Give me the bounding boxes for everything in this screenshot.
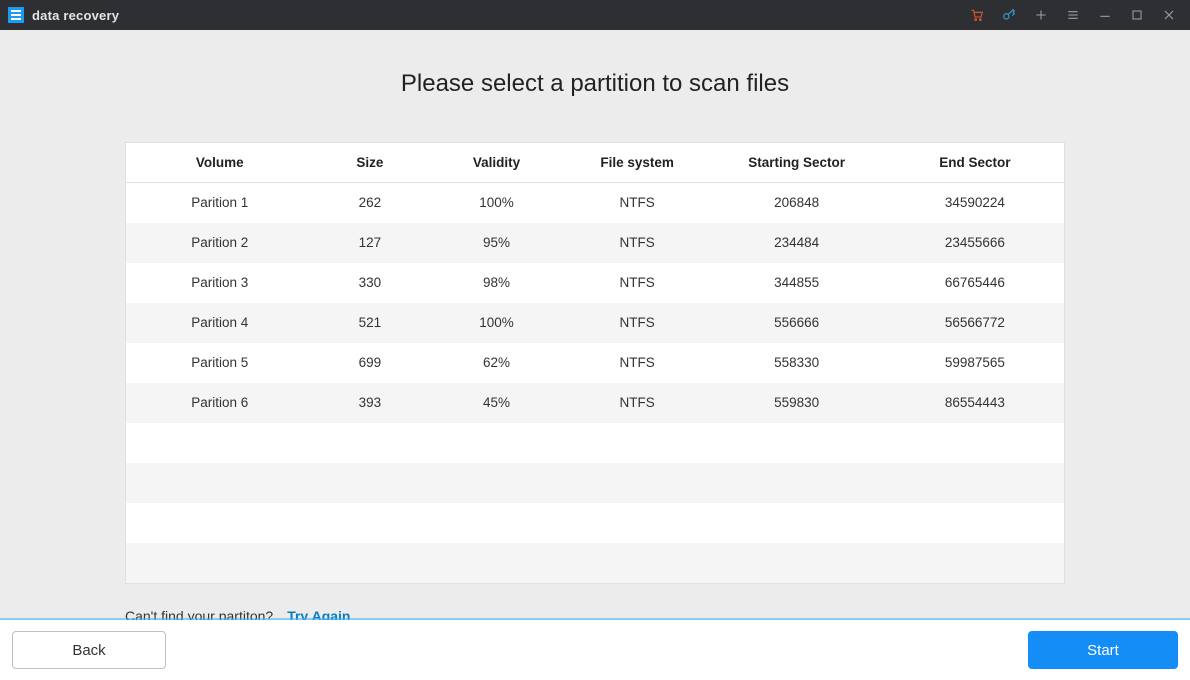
cell-fs: NTFS <box>567 183 708 223</box>
cell-start: 206848 <box>708 183 886 223</box>
cell-size: 699 <box>314 343 427 383</box>
cell-end: 23455666 <box>886 223 1064 263</box>
page-title: Please select a partition to scan files <box>64 70 1126 98</box>
app-logo-icon <box>8 7 24 23</box>
start-button[interactable]: Start <box>1028 631 1178 669</box>
cell-validity: 62% <box>426 343 567 383</box>
cell-fs: NTFS <box>567 263 708 303</box>
close-icon[interactable] <box>1160 6 1178 24</box>
cell-validity: 45% <box>426 383 567 423</box>
cell-validity: 95% <box>426 223 567 263</box>
back-button[interactable]: Back <box>12 631 166 669</box>
partition-table: Volume Size Validity File system Startin… <box>125 142 1065 584</box>
col-start: Starting Sector <box>708 143 886 183</box>
col-volume: Volume <box>126 143 314 183</box>
cell-end: 86554443 <box>886 383 1064 423</box>
col-validity: Validity <box>426 143 567 183</box>
table-row[interactable]: Parition 212795%NTFS23448423455666 <box>126 223 1064 263</box>
cell-volume: Parition 2 <box>126 223 314 263</box>
app-title: data recovery <box>32 8 119 23</box>
table-header-row: Volume Size Validity File system Startin… <box>126 143 1064 183</box>
cell-end: 56566772 <box>886 303 1064 343</box>
cell-volume: Parition 5 <box>126 343 314 383</box>
footer-bar: Back Start <box>0 620 1190 680</box>
cell-start: 344855 <box>708 263 886 303</box>
cell-volume: Parition 1 <box>126 183 314 223</box>
cell-size: 262 <box>314 183 427 223</box>
table-row[interactable]: Parition 4521100%NTFS55666656566772 <box>126 303 1064 343</box>
cell-end: 59987565 <box>886 343 1064 383</box>
cell-end: 34590224 <box>886 183 1064 223</box>
cell-fs: NTFS <box>567 223 708 263</box>
cart-icon[interactable] <box>968 6 986 24</box>
menu-icon[interactable] <box>1064 6 1082 24</box>
col-end: End Sector <box>886 143 1064 183</box>
minimize-icon[interactable] <box>1096 6 1114 24</box>
table-row-empty <box>126 463 1064 503</box>
cell-start: 234484 <box>708 223 886 263</box>
titlebar-icons <box>968 6 1182 24</box>
col-size: Size <box>314 143 427 183</box>
table-row-empty <box>126 423 1064 463</box>
cell-size: 330 <box>314 263 427 303</box>
cell-validity: 100% <box>426 183 567 223</box>
cell-volume: Parition 4 <box>126 303 314 343</box>
main-content: Please select a partition to scan files … <box>0 30 1190 624</box>
cell-size: 127 <box>314 223 427 263</box>
table-row[interactable]: Parition 569962%NTFS55833059987565 <box>126 343 1064 383</box>
table-row-empty <box>126 543 1064 583</box>
cell-end: 66765446 <box>886 263 1064 303</box>
cell-fs: NTFS <box>567 343 708 383</box>
col-filesystem: File system <box>567 143 708 183</box>
plus-icon[interactable] <box>1032 6 1050 24</box>
cell-fs: NTFS <box>567 383 708 423</box>
maximize-icon[interactable] <box>1128 6 1146 24</box>
table-row[interactable]: Parition 333098%NTFS34485566765446 <box>126 263 1064 303</box>
titlebar: data recovery <box>0 0 1190 30</box>
cell-volume: Parition 3 <box>126 263 314 303</box>
cell-validity: 98% <box>426 263 567 303</box>
key-icon[interactable] <box>1000 6 1018 24</box>
table-row[interactable]: Parition 1262100%NTFS20684834590224 <box>126 183 1064 223</box>
cell-start: 558330 <box>708 343 886 383</box>
cell-size: 521 <box>314 303 427 343</box>
table-row[interactable]: Parition 639345%NTFS55983086554443 <box>126 383 1064 423</box>
cell-start: 559830 <box>708 383 886 423</box>
cell-size: 393 <box>314 383 427 423</box>
table-row-empty <box>126 503 1064 543</box>
cell-validity: 100% <box>426 303 567 343</box>
cell-start: 556666 <box>708 303 886 343</box>
cell-fs: NTFS <box>567 303 708 343</box>
cell-volume: Parition 6 <box>126 383 314 423</box>
